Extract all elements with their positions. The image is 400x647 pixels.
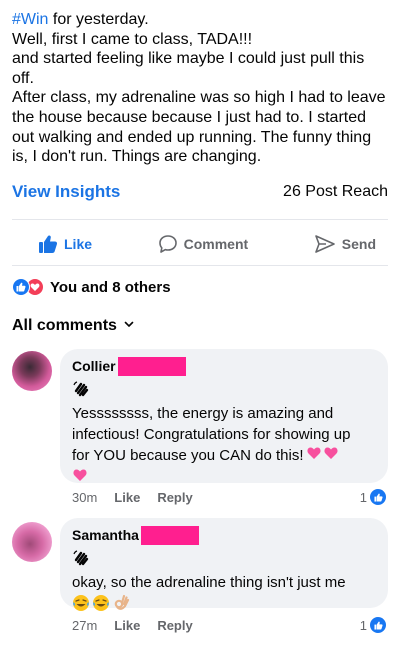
reactions-count-text: You and 8 others [50,278,171,296]
post-line: the house because because I just had to.… [12,108,367,126]
two-hearts-icon [72,467,90,489]
all-comments-dropdown[interactable]: All comments [12,315,135,337]
post-line: and started feeling like maybe I could j… [12,50,365,68]
like-reaction-icon [12,278,30,296]
comment-text: okay, so the adrenaline thing isn't just… [72,572,376,618]
divider [12,265,388,266]
send-label: Send [341,236,376,252]
comment-time: 30m [72,489,98,505]
comment-reply-link[interactable]: Reply [157,490,192,505]
post-reach-count: 26 Post Reach [283,183,388,200]
comment-bubble: Samantha okay, so the adrenaline thing i… [60,518,388,611]
comment-meta: 27m Like Reply 1 [72,616,388,634]
laugh-cry-icon [72,594,90,618]
post-line: Well, first I came to class, TADA!!! [12,30,253,48]
wave-hand-icon [72,548,376,568]
hashtag-link[interactable]: #Win [12,11,48,28]
comment-meta: 30m Like Reply 1 [72,488,388,506]
like-reaction-icon [370,489,386,505]
laugh-cry-icon [92,594,110,618]
wave-hand-icon [72,379,376,399]
comment-item: Samantha okay, so the adrenaline thing i… [12,518,388,638]
post-text: #Win for yesterday. Well, first I came t… [12,10,390,167]
like-button[interactable]: Like [38,234,92,254]
reactions-summary[interactable]: You and 8 others [12,276,171,298]
comment-label: Comment [183,236,249,252]
post-line: is, I don't run. Things are changing. [12,148,262,166]
post-line: out walking and ended up running. The fu… [12,128,372,146]
comment-like-link[interactable]: Like [114,490,140,505]
send-icon [314,234,336,254]
redaction-box [117,356,186,376]
insights-row: View Insights 26 Post Reach [12,181,388,203]
avatar[interactable] [12,351,52,391]
all-comments-label: All comments [12,317,117,334]
comment-author[interactable]: Samantha [72,525,376,545]
comment-item: Collier Yessssssss, the energy is amazin… [12,349,388,509]
comment-reaction-count[interactable]: 1 [360,617,386,633]
redaction-box [140,525,199,545]
send-button[interactable]: Send [314,234,376,254]
comment-time: 27m [72,617,98,633]
post-line: off. [12,69,34,87]
comment-bubble-icon [158,234,178,254]
comment-button[interactable]: Comment [158,234,249,254]
post-line: After class, my adrenaline was so high I… [12,89,386,107]
comment-reply-link[interactable]: Reply [157,618,192,633]
chevron-down-icon [123,317,135,335]
avatar[interactable] [12,522,52,562]
post-line-1: #Win for yesterday. [12,11,149,28]
comment-author[interactable]: Collier [72,356,376,376]
comment-like-link[interactable]: Like [114,618,140,633]
view-insights-link[interactable]: View Insights [12,182,120,202]
comment-text: Yessssssss, the energy is amazing and in… [72,403,376,489]
two-hearts-icon [306,445,341,467]
like-reaction-icon [370,617,386,633]
reaction-icons [12,278,44,296]
ok-hand-icon [112,594,130,618]
like-thumb-icon [38,234,58,254]
comment-bubble: Collier Yessssssss, the energy is amazin… [60,349,388,483]
divider [12,219,388,220]
like-label: Like [64,236,93,252]
comment-reaction-count[interactable]: 1 [360,489,386,505]
post-action-bar: Like Comment Send [12,226,388,262]
